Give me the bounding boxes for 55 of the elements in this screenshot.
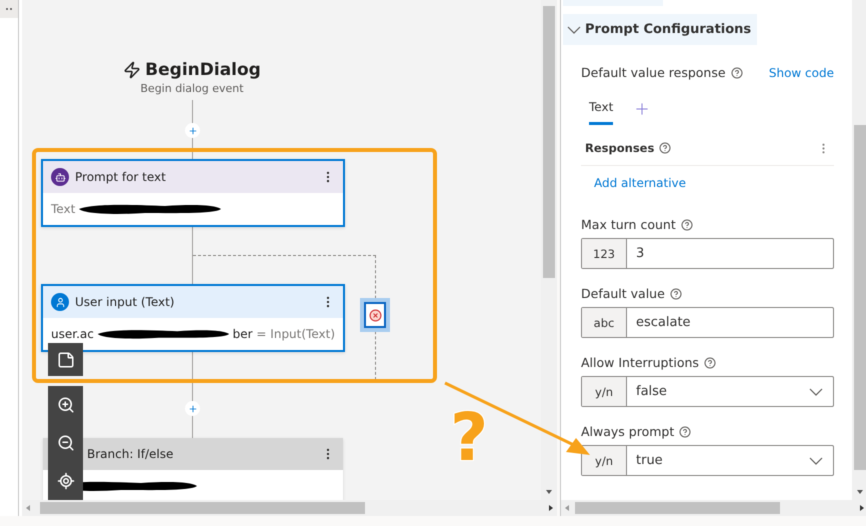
question-mark: ?: [450, 405, 488, 471]
cancel-icon: [368, 308, 382, 322]
help-icon[interactable]: [679, 426, 692, 438]
note-icon: [56, 350, 74, 368]
scroll-arrow-icon[interactable]: [857, 490, 863, 494]
node-text: Text: [51, 202, 76, 216]
exit-node[interactable]: [360, 298, 390, 332]
chevron-icon: [809, 456, 823, 464]
input-field[interactable]: 123 3: [581, 238, 834, 269]
field-label: Default value: [581, 286, 665, 301]
tab[interactable]: Text: [589, 100, 614, 125]
field-label: Allow Interruptions: [581, 355, 699, 370]
flow-node[interactable]: Prompt for text Text: [41, 159, 345, 227]
help-icon[interactable]: [680, 218, 693, 230]
dropdown[interactable]: y/n true: [581, 445, 834, 476]
chevron-icon: [567, 26, 581, 34]
add-alternative-link[interactable]: Add alternative: [594, 176, 834, 190]
event-subtitle: Begin dialog event: [140, 82, 244, 95]
node-text: user.ac: [51, 327, 94, 341]
lightning-icon: [123, 61, 142, 79]
zoom-out-icon[interactable]: [56, 434, 74, 452]
event-title: BeginDialog: [145, 60, 261, 80]
show-code-link[interactable]: Show code: [768, 66, 834, 80]
help-icon[interactable]: [730, 66, 743, 78]
scroll-arrow-icon[interactable]: [546, 490, 552, 494]
dropdown[interactable]: y/n false: [581, 376, 834, 407]
flow-node[interactable]: User input (Text) user.ac ber = Input(Text): [41, 284, 345, 352]
user-icon: [51, 293, 69, 311]
scrollbar[interactable]: [541, 0, 557, 500]
chevron-icon: [809, 388, 823, 396]
scrollbar[interactable]: [22, 500, 557, 516]
node-text: = Input(Text): [255, 327, 335, 341]
field-label: Always prompt: [581, 424, 674, 439]
locate-icon[interactable]: [56, 472, 74, 490]
add-icon[interactable]: [185, 401, 200, 416]
section-header[interactable]: Prompt Configurations: [563, 14, 758, 45]
bot-icon: [51, 168, 69, 186]
zoom-in-icon[interactable]: [56, 396, 74, 414]
node-title: Prompt for text: [75, 170, 167, 184]
add-icon[interactable]: [185, 123, 200, 138]
node-title: Branch: If/else: [86, 447, 174, 461]
input-field[interactable]: abc escalate: [581, 307, 834, 338]
node-text: ber: [232, 327, 253, 341]
field-label: Max turn count: [581, 217, 676, 232]
scroll-arrow-icon[interactable]: [860, 505, 864, 511]
scrollbar[interactable]: [852, 0, 866, 500]
help-icon[interactable]: [670, 288, 682, 300]
help-icon[interactable]: [659, 142, 672, 154]
node-title: User input (Text): [75, 295, 176, 309]
field-label: Default value response: [581, 65, 726, 80]
help-icon[interactable]: [704, 356, 716, 368]
scroll-arrow-icon[interactable]: [549, 505, 553, 511]
note-button[interactable]: [48, 343, 83, 376]
responses-label: Responses: [585, 141, 654, 155]
scrollbar[interactable]: [561, 500, 866, 516]
